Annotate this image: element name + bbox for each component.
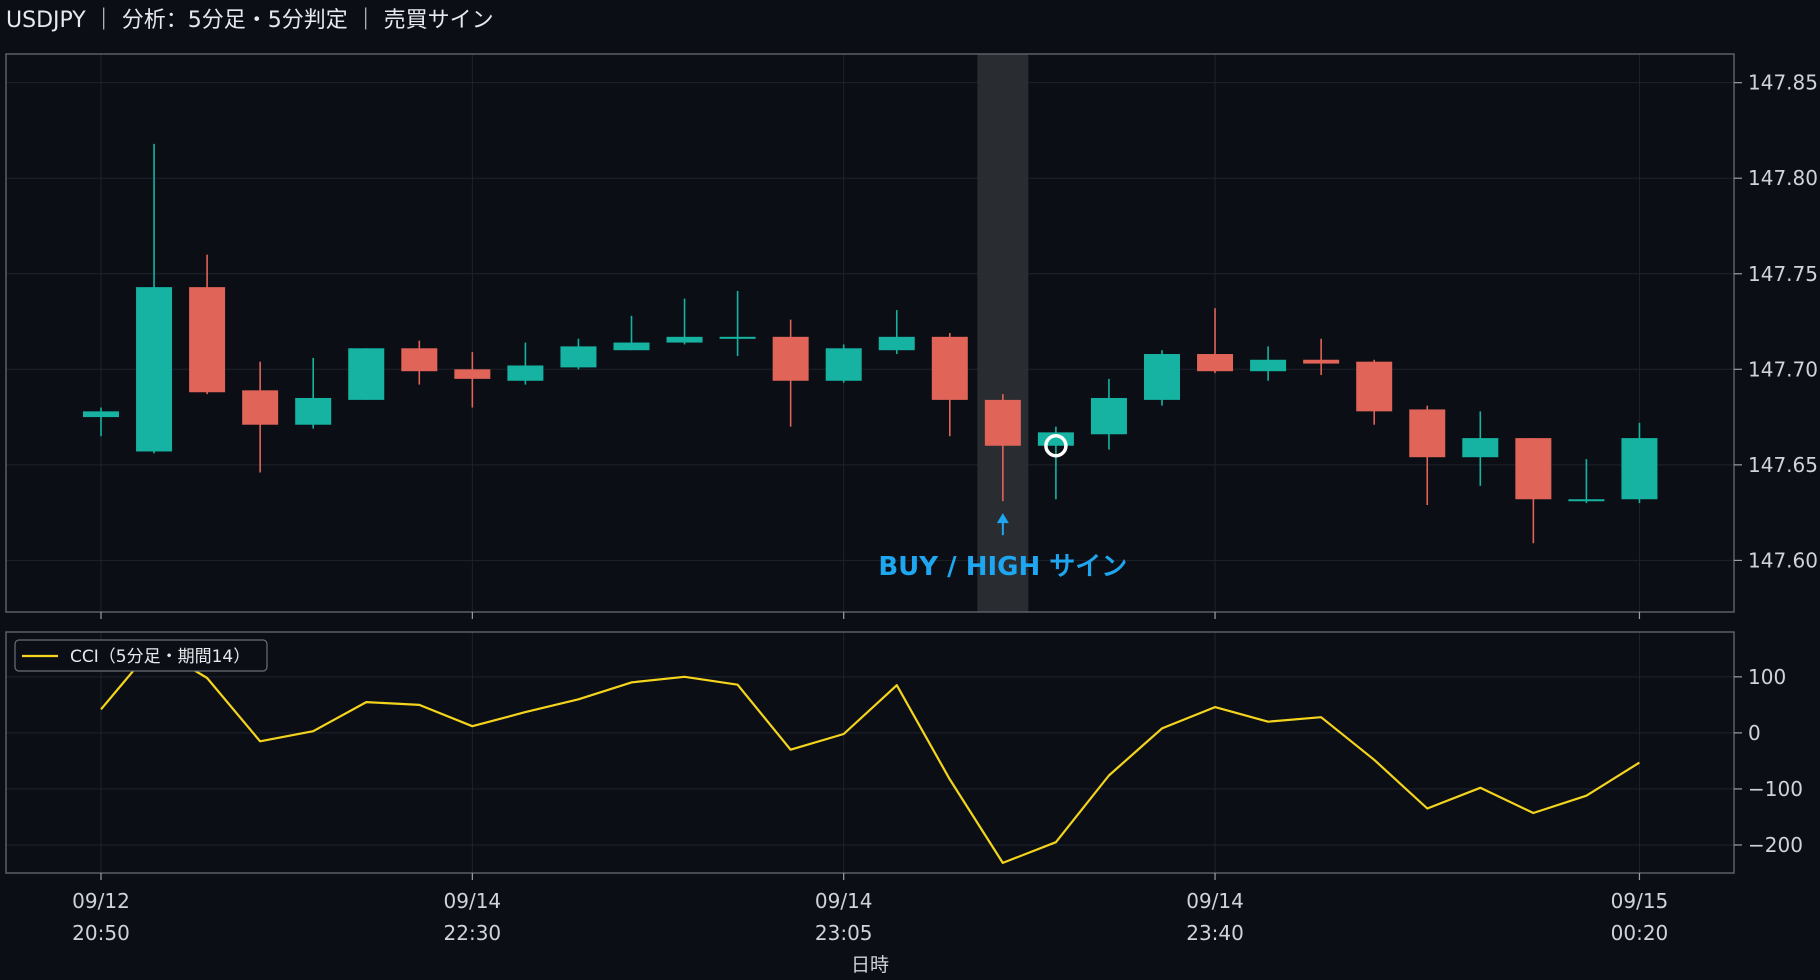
cci-axis: −200 −100 0 100 xyxy=(1734,665,1803,857)
candle-body xyxy=(295,397,332,425)
price-tick-label: 147.80 xyxy=(1748,166,1818,190)
candle-body xyxy=(454,369,491,379)
candle-body xyxy=(1462,438,1499,458)
time-axis: 09/12 20:50 09/14 22:30 09/14 23:05 09/14 23:40… xyxy=(72,612,1668,976)
legend-label: CCI（5分足・期間14） xyxy=(70,647,250,667)
candle-body xyxy=(878,336,915,351)
x-tick-date: 09/12 xyxy=(72,889,130,913)
price-panel-frame xyxy=(5,53,1735,613)
x-tick-date: 09/14 xyxy=(815,889,873,913)
price-tick-label: 147.60 xyxy=(1748,548,1818,572)
x-tick-time: 23:05 xyxy=(815,921,873,945)
candle-body xyxy=(242,390,279,425)
x-tick-time: 23:40 xyxy=(1186,921,1244,945)
price-tick-label: 147.85 xyxy=(1748,71,1818,95)
candle-body xyxy=(136,287,173,452)
price-tick-label: 147.65 xyxy=(1748,453,1818,477)
price-grid xyxy=(6,54,1734,612)
panel-frames xyxy=(5,53,1735,874)
candle-body xyxy=(1197,354,1234,372)
candle-body xyxy=(83,411,119,418)
candle-body xyxy=(1356,361,1393,412)
candle-body xyxy=(1090,397,1127,435)
cci-tick-label: 100 xyxy=(1748,665,1786,689)
candle-body xyxy=(825,348,862,381)
x-tick-time: 20:50 xyxy=(72,921,130,945)
candle-body xyxy=(507,365,544,381)
x-tick-date: 09/14 xyxy=(444,889,502,913)
price-tick-label: 147.70 xyxy=(1748,357,1818,381)
cci-series-line xyxy=(100,644,1640,865)
chart-canvas: 147.60 147.65 147.70 147.75 147.80 147.85 −20… xyxy=(5,53,1818,976)
cci-layer xyxy=(100,644,1640,865)
candle-body xyxy=(666,336,703,343)
candle-body xyxy=(931,336,968,400)
candle-body xyxy=(1515,438,1552,500)
candle-body xyxy=(560,346,597,368)
x-axis-title: 日時 xyxy=(851,954,889,976)
cci-tick-label: −100 xyxy=(1748,777,1803,801)
x-tick-date: 09/14 xyxy=(1186,889,1244,913)
candle-body xyxy=(1621,438,1658,500)
price-axis: 147.60 147.65 147.70 147.75 147.80 147.85 xyxy=(1734,71,1818,572)
candle-body xyxy=(1250,359,1287,372)
cci-tick-label: 0 xyxy=(1748,721,1761,745)
cci-tick-label: −200 xyxy=(1748,833,1803,857)
candle-body xyxy=(719,336,756,339)
candle-body xyxy=(401,348,438,372)
x-tick-time: 22:30 xyxy=(444,921,502,945)
candle-body xyxy=(1144,354,1180,400)
candle-body xyxy=(613,342,650,351)
candle-body xyxy=(348,348,385,400)
x-tick-date: 09/15 xyxy=(1611,889,1669,913)
candle-body xyxy=(1568,499,1605,502)
price-tick-label: 147.75 xyxy=(1748,262,1818,286)
candles-layer xyxy=(83,143,1658,544)
x-tick-time: 00:20 xyxy=(1611,921,1669,945)
candle-body xyxy=(984,399,1021,446)
candle-body xyxy=(1409,409,1446,458)
candle-body xyxy=(189,287,226,393)
candle-body xyxy=(772,336,809,381)
signal-label: BUY / HIGH サイン xyxy=(878,552,1127,582)
cci-legend: CCI（5分足・期間14） xyxy=(14,639,268,672)
candle-body xyxy=(1303,359,1340,364)
